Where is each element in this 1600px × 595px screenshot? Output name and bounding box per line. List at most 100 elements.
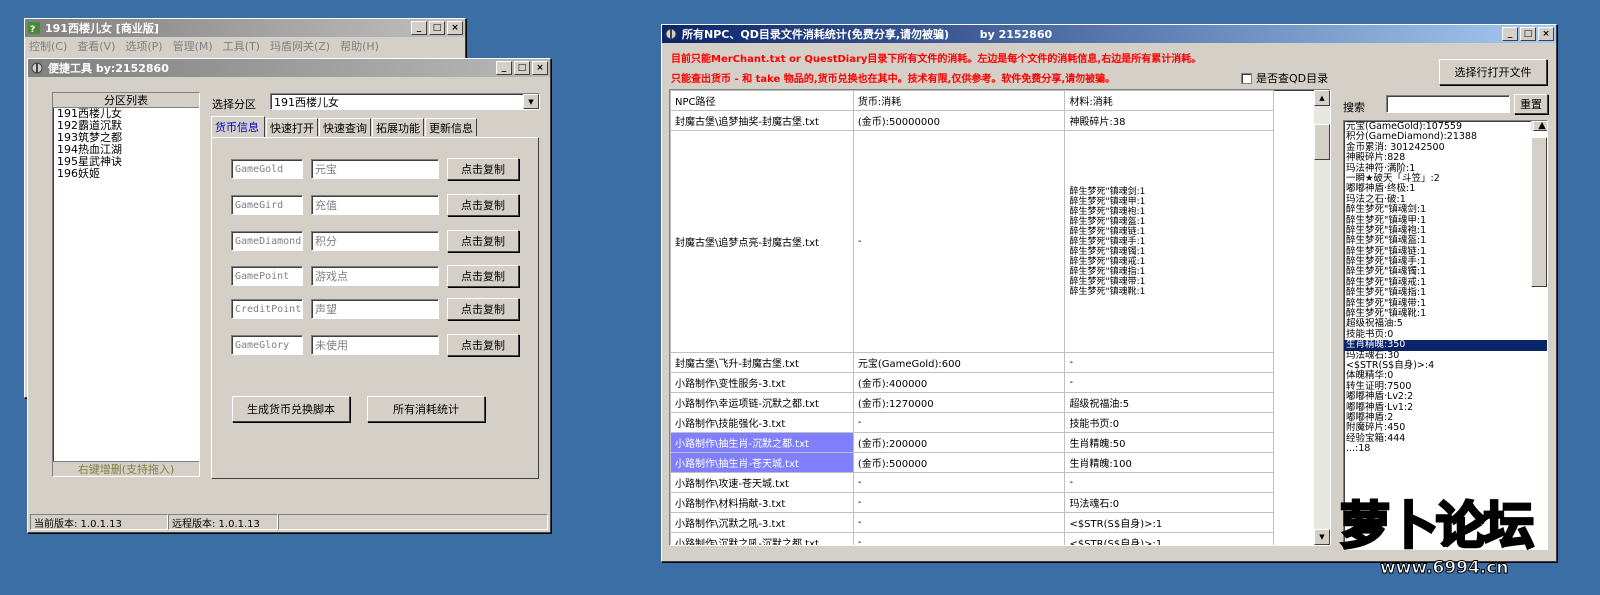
- search-input[interactable]: [1386, 95, 1510, 113]
- tool-close-button[interactable]: ×: [532, 61, 548, 75]
- scroll-thumb[interactable]: [1531, 137, 1547, 287]
- reset-button[interactable]: 重置: [1514, 94, 1548, 114]
- open-file-button[interactable]: 选择行打开文件: [1439, 59, 1547, 85]
- column-header-material[interactable]: 材料:消耗: [1064, 90, 1274, 111]
- currency-name-field[interactable]: 声望: [311, 299, 439, 319]
- totals-vertical-scrollbar[interactable]: ▲: [1531, 121, 1547, 287]
- column-header-path[interactable]: NPC路径: [670, 90, 854, 111]
- watermark-logo-text: 萝卜论坛: [1339, 496, 1536, 557]
- cell-path: 封魔古堡\追梦抽奖-封魔古堡.txt: [670, 110, 854, 131]
- currency-code-field[interactable]: CreditPoint: [231, 299, 303, 319]
- main-window-titlebar[interactable]: ? 191西楼儿女 [商业版] _ □ ×: [25, 19, 465, 37]
- partition-select[interactable]: 191西楼儿女 ▼: [270, 93, 540, 110]
- copy-button[interactable]: 点击复制: [447, 265, 519, 287]
- table-row[interactable]: 小路制作\攻速-苍天城.txt - -: [670, 472, 1274, 493]
- table-row[interactable]: 小路制作\幸运项链-沉默之都.txt (金币):1270000 超级祝福油:5: [670, 392, 1274, 413]
- material-line: 醉生梦死"镇魂戒:1: [1069, 256, 1146, 267]
- cell-material: 生肖精魄:100: [1064, 452, 1274, 473]
- dropdown-button[interactable]: ▼: [523, 94, 539, 109]
- copy-button[interactable]: 点击复制: [447, 194, 519, 216]
- column-header-currency[interactable]: 货币:消耗: [852, 90, 1066, 111]
- table-row[interactable]: 小路制作\抽生肖-苍天城.txt (金币):500000 生肖精魄:100: [670, 452, 1274, 473]
- menu-gateway[interactable]: 玛盾网关(Z): [270, 38, 336, 54]
- list-item[interactable]: 嘟嘟神盾·Lv2:2: [1344, 391, 1547, 402]
- partition-list[interactable]: 分区列表 191西楼儿女 192霸道沉默 193筑梦之都 194热血江湖 195…: [52, 92, 200, 477]
- copy-button[interactable]: 点击复制: [447, 230, 519, 252]
- main-window-title: 191西楼儿女 [商业版]: [45, 22, 159, 35]
- currency-code-field[interactable]: GameGlory: [231, 335, 303, 355]
- table-row[interactable]: 封魔古堡\追梦抽奖-封魔古堡.txt (金币):50000000 神殿碎片:38: [670, 110, 1274, 131]
- menu-view[interactable]: 查看(V): [77, 38, 121, 54]
- menu-manage[interactable]: 管理(M): [173, 38, 219, 54]
- minimize-button[interactable]: _: [411, 21, 427, 35]
- currency-code-field[interactable]: GameGold: [231, 159, 303, 179]
- tab-currency[interactable]: 货币信息: [211, 116, 265, 137]
- close-icon: ×: [451, 22, 459, 33]
- table-row[interactable]: 小路制作\变性服务-3.txt (金币):400000 -: [670, 372, 1274, 393]
- scroll-up-button[interactable]: ▲: [1314, 90, 1330, 106]
- material-line: 醉生梦死"镇魂靴:1: [1069, 286, 1146, 297]
- table-row[interactable]: 小路制作\抽生肖-沉默之都.txt (金币):200000 生肖精魄:50: [670, 432, 1274, 453]
- list-item[interactable]: ...:18: [1344, 443, 1547, 454]
- cell-material: 生肖精魄:50: [1064, 432, 1274, 453]
- table-row[interactable]: 小路制作\沉默之吼-沉默之都.txt - <$STR(S$自身)>:1: [670, 532, 1274, 545]
- tab-quick-query[interactable]: 快速查询: [319, 118, 371, 136]
- tool-maximize-button[interactable]: □: [514, 61, 530, 75]
- status-empty: [278, 514, 548, 530]
- partition-list-footer[interactable]: 右键增删(支持拖入): [53, 461, 199, 476]
- currency-name-field[interactable]: 元宝: [311, 159, 439, 179]
- close-button[interactable]: ×: [447, 21, 463, 35]
- npc-table[interactable]: NPC路径 货币:消耗 材料:消耗 封魔古堡\追梦抽奖-封魔古堡.txt (金币…: [669, 89, 1331, 546]
- table-row[interactable]: 封魔古堡\飞升-封魔古堡.txt 元宝(GameGold):600 -: [670, 352, 1274, 373]
- material-line: 醉生梦死"镇魂带:1: [1069, 276, 1146, 287]
- currency-code-field[interactable]: GameGird: [231, 195, 303, 215]
- table-row[interactable]: 小路制作\沉默之吼-3.txt - <$STR(S$自身)>:1: [670, 512, 1274, 533]
- notice-line-1: 目前只能MerChant.txt or QuestDiary目录下所有文件的消耗…: [671, 54, 1202, 65]
- maximize-button[interactable]: □: [429, 21, 445, 35]
- scroll-thumb[interactable]: [1314, 124, 1330, 160]
- generate-script-button[interactable]: 生成货币兑换脚本: [232, 396, 350, 422]
- tab-extend[interactable]: 拓展功能: [372, 118, 424, 136]
- stats-window: 所有NPC、QD目录文件消耗统计(免费分享,请勿被骗) by 2152860 _…: [661, 24, 1557, 562]
- currency-name-field[interactable]: 游戏点: [311, 266, 439, 286]
- stats-minimize-button[interactable]: _: [1502, 27, 1518, 41]
- menu-options[interactable]: 选项(P): [125, 38, 168, 54]
- table-row[interactable]: 小路制作\材料捐献-3.txt - 玛法魂石:0: [670, 492, 1274, 513]
- tab-quick-open[interactable]: 快速打开: [266, 118, 318, 136]
- copy-button[interactable]: 点击复制: [447, 158, 519, 180]
- currency-name-field[interactable]: 未使用: [311, 335, 439, 355]
- npc-grid: NPC路径 货币:消耗 材料:消耗 封魔古堡\追梦抽奖-封魔古堡.txt (金币…: [670, 90, 1274, 545]
- list-item[interactable]: 神殿碎片:828: [1344, 152, 1547, 163]
- menu-control[interactable]: 控制(C): [29, 38, 73, 54]
- tool-minimize-button[interactable]: _: [496, 61, 512, 75]
- currency-name-field[interactable]: 积分: [311, 231, 439, 251]
- list-item[interactable]: 醉生梦死"镇魂剑:1: [1344, 204, 1547, 215]
- chevron-down-icon: ▼: [528, 97, 534, 106]
- currency-name-field[interactable]: 充值: [311, 195, 439, 215]
- menu-tools[interactable]: 工具(T): [223, 38, 266, 54]
- stats-window-titlebar[interactable]: 所有NPC、QD目录文件消耗统计(免费分享,请勿被骗) by 2152860 _…: [662, 25, 1556, 43]
- partition-item[interactable]: 196妖姬: [53, 168, 199, 180]
- all-stats-button[interactable]: 所有消耗统计: [367, 396, 485, 422]
- copy-button[interactable]: 点击复制: [447, 298, 519, 320]
- list-item[interactable]: 经验宝箱:444: [1344, 433, 1547, 444]
- tab-updates[interactable]: 更新信息: [425, 118, 477, 136]
- scroll-up-button[interactable]: ▲: [1533, 121, 1547, 132]
- minimize-icon: _: [416, 22, 422, 33]
- table-header-row: NPC路径 货币:消耗 材料:消耗: [670, 90, 1274, 111]
- close-icon: ×: [1542, 28, 1550, 39]
- stats-maximize-button[interactable]: □: [1520, 27, 1536, 41]
- tool-window-titlebar[interactable]: 便捷工具 by:2152860 _ □ ×: [28, 59, 550, 77]
- checkbox-box[interactable]: [1241, 72, 1252, 84]
- table-row[interactable]: 封魔古堡\追梦点亮-封魔古堡.txt - 醉生梦死"镇魂剑:1 醉生梦死"镇魂甲…: [670, 130, 1274, 353]
- currency-code-field[interactable]: GamePoint: [231, 266, 303, 286]
- table-row[interactable]: 小路制作\技能强化-3.txt - 技能书页:0: [670, 412, 1274, 433]
- stats-close-button[interactable]: ×: [1538, 27, 1554, 41]
- tool-window: 便捷工具 by:2152860 _ □ × 分区列表 191西楼儿女 192霸道…: [27, 58, 551, 533]
- copy-button[interactable]: 点击复制: [447, 334, 519, 356]
- qd-checkbox[interactable]: 是否查QD目录: [1241, 70, 1328, 86]
- cell-currency: (金币):1270000: [852, 392, 1066, 413]
- menu-help[interactable]: 帮助(H): [340, 38, 385, 54]
- currency-code-field[interactable]: GameDiamond: [231, 231, 303, 251]
- table-vertical-scrollbar[interactable]: ▲ ▼: [1314, 90, 1330, 545]
